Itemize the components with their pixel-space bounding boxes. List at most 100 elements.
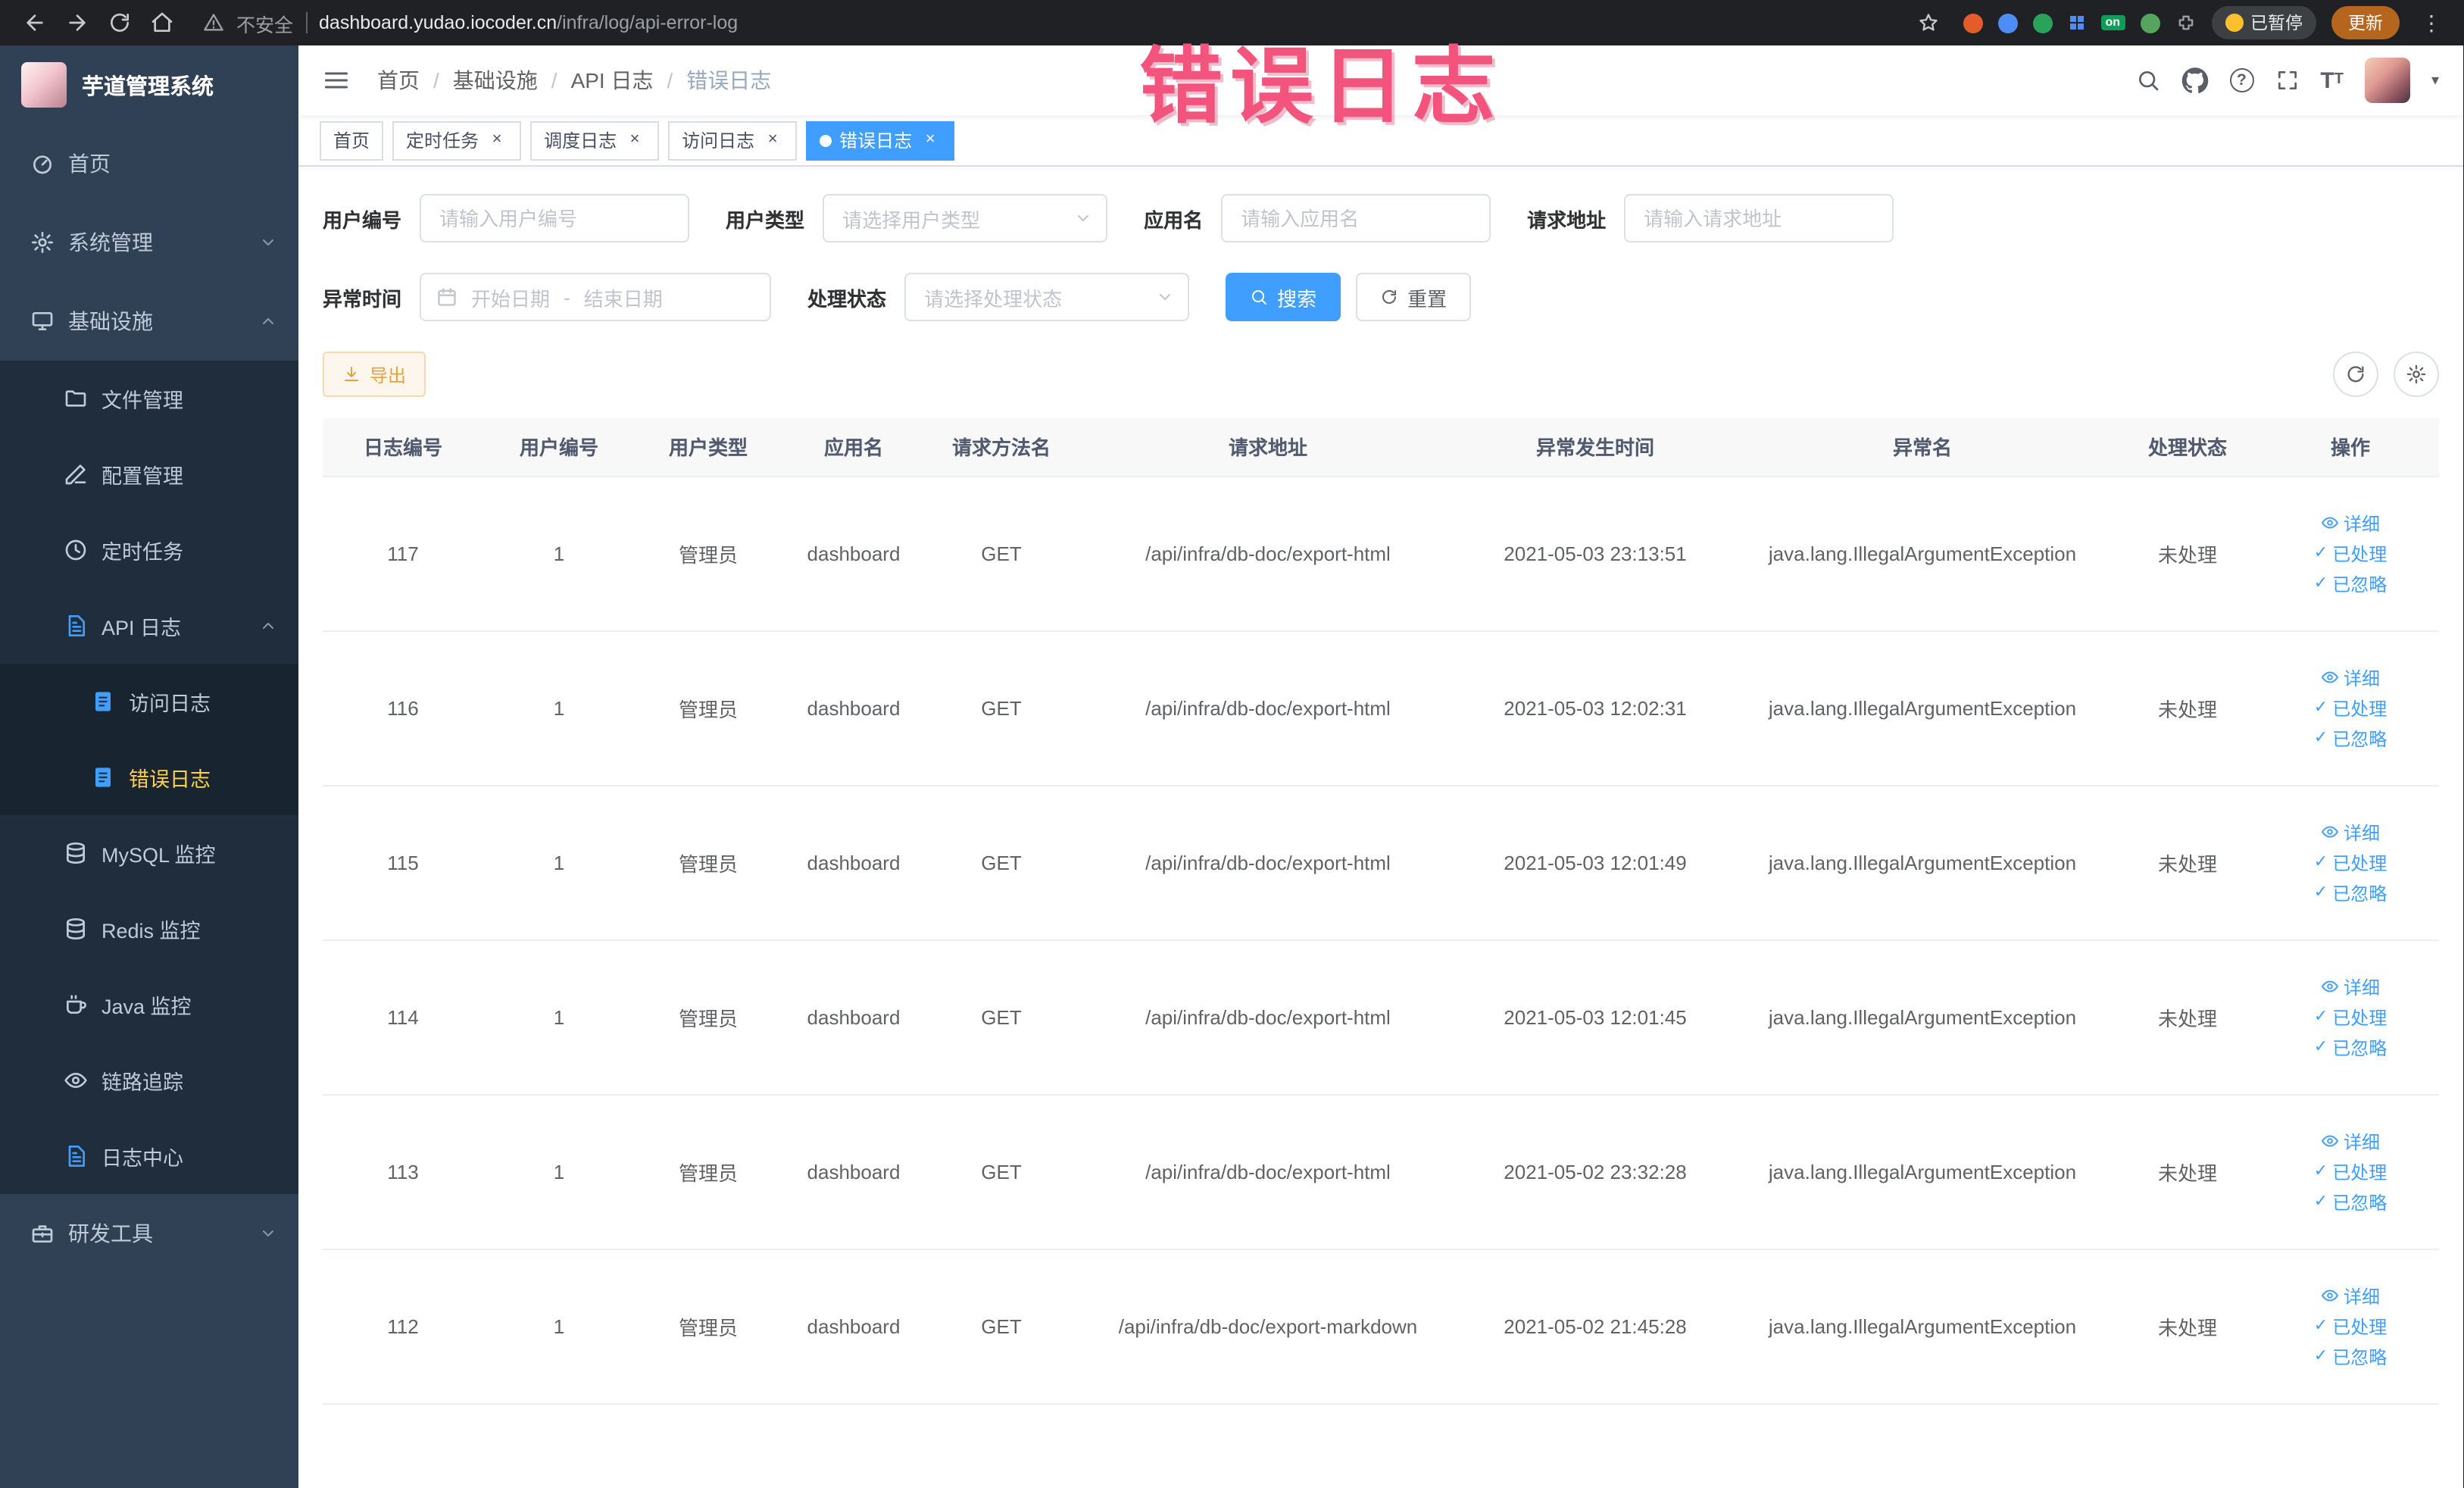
browser-update-button[interactable]: 更新 — [2331, 6, 2400, 39]
tab-home[interactable]: 首页 — [320, 120, 384, 160]
sidebar-item-system-management[interactable]: 系统管理 — [0, 203, 298, 282]
browser-reload-icon[interactable] — [100, 3, 139, 42]
action-mark-processed[interactable]: ✓ 已处理 — [2314, 849, 2387, 875]
request-url-input[interactable] — [1624, 194, 1894, 242]
breadcrumb-item[interactable]: 首页 — [377, 65, 420, 95]
tab-access-logs[interactable]: 访问日志 × — [668, 120, 798, 160]
browser-home-icon[interactable] — [142, 3, 182, 42]
tab-error-logs[interactable]: 错误日志 × — [806, 120, 955, 160]
sidebar-item-file-management[interactable]: 文件管理 — [0, 361, 298, 436]
close-icon[interactable]: × — [486, 130, 507, 151]
sidebar-item-java-monitor[interactable]: Java 监控 — [0, 967, 298, 1043]
action-mark-ignored[interactable]: ✓ 已忽略 — [2314, 1343, 2387, 1369]
sidebar-item-label: 研发工具 — [68, 1221, 153, 1246]
process-status-select[interactable]: 请选择处理状态 — [904, 273, 1190, 321]
check-icon: ✓ — [2313, 1007, 2328, 1025]
action-detail[interactable]: 详细 — [2321, 510, 2380, 536]
action-mark-ignored[interactable]: ✓ 已忽略 — [2314, 1034, 2387, 1060]
browser-menu-icon[interactable]: ⋮ — [2415, 10, 2448, 36]
action-detail[interactable]: 详细 — [2321, 819, 2380, 845]
action-detail[interactable]: 详细 — [2321, 1128, 2380, 1154]
extensions-puzzle-icon[interactable] — [2175, 12, 2196, 33]
action-mark-ignored[interactable]: ✓ 已忽略 — [2314, 880, 2387, 905]
extension-icon-2[interactable] — [1997, 13, 2018, 33]
sidebar-item-label: 配置管理 — [101, 465, 183, 488]
browser-forward-icon[interactable] — [58, 3, 97, 42]
user-type-select[interactable]: 请选择用户类型 — [823, 194, 1108, 242]
font-size-icon[interactable]: TT — [2320, 69, 2344, 92]
action-detail[interactable]: 详细 — [2321, 664, 2380, 690]
column-settings-button[interactable] — [2394, 352, 2439, 397]
action-mark-processed[interactable]: ✓ 已处理 — [2314, 540, 2387, 566]
extension-icon-3[interactable] — [2032, 13, 2053, 33]
navbar-actions: ? TT ▾ — [2135, 58, 2439, 103]
action-mark-processed[interactable]: ✓ 已处理 — [2314, 1313, 2387, 1339]
check-icon: ✓ — [2313, 1346, 2328, 1365]
action-mark-ignored[interactable]: ✓ 已忽略 — [2314, 1189, 2387, 1214]
action-mark-processed[interactable]: ✓ 已处理 — [2314, 1158, 2387, 1184]
search-button[interactable]: 搜索 — [1226, 273, 1341, 321]
extension-on-badge[interactable]: on — [2100, 15, 2125, 30]
bookmark-star-icon[interactable] — [1908, 3, 1947, 42]
fullscreen-icon[interactable] — [2275, 68, 2299, 92]
sidebar-item-log-center[interactable]: 日志中心 — [0, 1118, 298, 1194]
user-id-input[interactable] — [420, 194, 690, 242]
browser-back-icon[interactable] — [15, 3, 55, 42]
sidebar-item-access-logs[interactable]: 访问日志 — [0, 664, 298, 739]
action-detail[interactable]: 详细 — [2321, 1283, 2380, 1308]
database-icon — [64, 841, 88, 865]
start-date-placeholder: 开始日期 — [471, 287, 551, 310]
exception-time-range-picker[interactable]: 开始日期 - 结束日期 — [420, 273, 772, 321]
tab-scheduled-tasks[interactable]: 定时任务 × — [392, 120, 522, 160]
refresh-button[interactable] — [2333, 352, 2378, 397]
profile-paused-badge[interactable]: 已暂停 — [2211, 6, 2316, 39]
sidebar-item-scheduled-tasks[interactable]: 定时任务 — [0, 512, 298, 588]
export-button[interactable]: 导出 — [323, 352, 426, 397]
log-icon — [64, 614, 88, 638]
breadcrumb-item[interactable]: 基础设施 — [453, 65, 538, 95]
app-name-input[interactable] — [1221, 194, 1491, 242]
sidebar-item-api-logs[interactable]: API 日志 — [0, 588, 298, 664]
error-log-table: 日志编号 用户编号 用户类型 应用名 请求方法名 请求地址 异常发生时间 异常名… — [323, 418, 2439, 1404]
search-icon[interactable] — [2135, 68, 2160, 92]
user-id-label: 用户编号 — [323, 208, 402, 231]
close-icon[interactable]: × — [624, 130, 645, 151]
sidebar-item-config-management[interactable]: 配置管理 — [0, 436, 298, 512]
github-icon[interactable] — [2181, 67, 2208, 94]
close-icon[interactable]: × — [762, 130, 783, 151]
sidebar-item-mysql-monitor[interactable]: MySQL 监控 — [0, 815, 298, 891]
action-mark-ignored[interactable]: ✓ 已忽略 — [2314, 725, 2387, 751]
sidebar-item-home[interactable]: 首页 — [0, 124, 298, 203]
avatar[interactable] — [2364, 58, 2410, 103]
extension-grid-icon[interactable] — [2067, 14, 2085, 32]
sidebar-item-dev-tools[interactable]: 研发工具 — [0, 1194, 298, 1273]
action-mark-processed[interactable]: ✓ 已处理 — [2314, 1004, 2387, 1030]
check-icon: ✓ — [2313, 728, 2328, 746]
dashboard-icon — [30, 152, 55, 176]
filter-row-1: 用户编号 用户类型 请选择用户类型 应用名 — [323, 194, 2439, 242]
sidebar-item-label: 基础设施 — [68, 309, 153, 333]
action-detail[interactable]: 详细 — [2321, 974, 2380, 999]
column-header: 请求方法名 — [926, 418, 1077, 477]
sidebar-item-redis-monitor[interactable]: Redis 监控 — [0, 891, 298, 967]
help-icon[interactable]: ? — [2229, 68, 2254, 92]
app-logo[interactable]: 芋道管理系统 — [0, 45, 298, 124]
sidebar-item-error-logs[interactable]: 错误日志 — [0, 739, 298, 815]
breadcrumb-item[interactable]: API 日志 — [571, 65, 654, 95]
check-icon: ✓ — [2313, 574, 2328, 592]
url-field[interactable]: 不安全 dashboard.yudao.iocoder.cn/infra/log… — [203, 8, 1905, 37]
action-mark-ignored[interactable]: ✓ 已忽略 — [2314, 571, 2387, 596]
action-mark-processed[interactable]: ✓ 已处理 — [2314, 695, 2387, 721]
chevron-down-icon[interactable]: ▾ — [2431, 72, 2439, 89]
sidebar-item-infrastructure[interactable]: 基础设施 — [0, 282, 298, 361]
reset-button[interactable]: 重置 — [1356, 273, 1472, 321]
sidebar-collapse-icon[interactable] — [323, 67, 350, 94]
column-header: 用户编号 — [483, 418, 635, 477]
extension-icon-1[interactable] — [1963, 13, 1983, 33]
tab-schedule-logs[interactable]: 调度日志 × — [530, 120, 660, 160]
column-header: 操作 — [2262, 418, 2439, 477]
extension-icon-4[interactable] — [2140, 13, 2160, 33]
sidebar-item-trace[interactable]: 链路追踪 — [0, 1043, 298, 1118]
close-icon[interactable]: × — [920, 130, 941, 151]
page-url: dashboard.yudao.iocoder.cn/infra/log/api… — [319, 12, 739, 33]
